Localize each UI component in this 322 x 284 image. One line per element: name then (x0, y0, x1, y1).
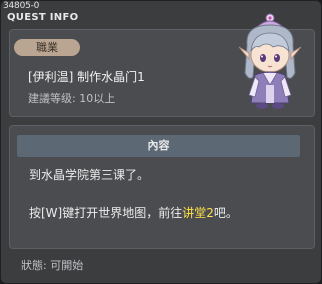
content-line-1: 到水晶学院第三课了。 (29, 168, 150, 182)
window-title[interactable]: QUEST INFO (7, 11, 78, 25)
quest-status: 狀態: 可開始 (21, 259, 84, 272)
content-header: 內容 (17, 135, 300, 157)
content-line-2: 按[W]键打开世界地图，前往讲堂2吧。 (29, 205, 238, 221)
npc-portrait-icon (233, 11, 311, 115)
content-line-2-suffix: 吧。 (213, 206, 238, 220)
job-badge: 職業 (14, 39, 80, 56)
recommended-level: 建議等级: 10以上 (28, 92, 116, 105)
quest-name: [伊利温] 制作水晶门1 (28, 70, 145, 84)
location-link[interactable]: 讲堂2 (182, 206, 214, 220)
content-line-2-prefix: 按[W]键打开世界地图，前往 (29, 206, 183, 220)
quest-info-window: 34805-0 QUEST INFO 職業 [伊利温] 制作水晶门1 建議等级:… (0, 0, 322, 284)
